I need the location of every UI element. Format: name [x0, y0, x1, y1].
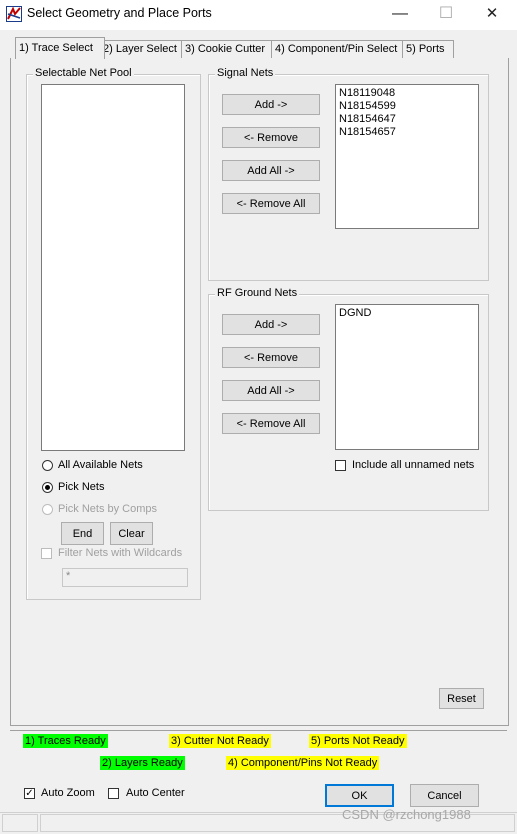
tab-ports[interactable]: 5) Ports — [402, 40, 454, 58]
filter-wildcards-checkbox[interactable] — [41, 548, 52, 559]
all-nets-label: All Available Nets — [58, 459, 143, 471]
end-button[interactable]: End — [61, 522, 104, 545]
signal-remove-all-button[interactable]: <- Remove All — [222, 193, 320, 214]
list-item[interactable]: N18119048 — [336, 87, 478, 100]
list-item[interactable]: N18154657 — [336, 126, 478, 139]
maximize-icon[interactable]: ☐ — [423, 0, 469, 30]
rf-add-button[interactable]: Add -> — [222, 314, 320, 335]
all-nets-radio[interactable] — [42, 460, 53, 471]
net-pool-label: Selectable Net Pool — [33, 67, 134, 79]
layers-status-badge: 2) Layers Ready — [100, 756, 185, 770]
components-status-badge: 4) Component/Pins Not Ready — [226, 756, 380, 770]
tab-trace-select[interactable]: 1) Trace Select — [15, 37, 105, 59]
close-icon[interactable]: ✕ — [469, 0, 515, 30]
rf-ground-nets-label: RF Ground Nets — [215, 287, 300, 299]
cutter-status-badge: 3) Cutter Not Ready — [169, 734, 271, 748]
rf-add-all-button[interactable]: Add All -> — [222, 380, 320, 401]
tab-cookie-cutter[interactable]: 3) Cookie Cutter — [181, 40, 274, 58]
minimize-icon[interactable]: — — [377, 0, 423, 30]
auto-zoom-checkbox[interactable]: ✓ — [24, 788, 35, 799]
cancel-button[interactable]: Cancel — [410, 784, 479, 807]
pick-nets-label: Pick Nets — [58, 481, 105, 493]
net-pool-listbox[interactable] — [41, 84, 185, 451]
list-item[interactable]: N18154599 — [336, 100, 478, 113]
rf-ground-nets-listbox[interactable]: DGND — [335, 304, 479, 450]
signal-remove-button[interactable]: <- Remove — [222, 127, 320, 148]
include-unnamed-checkbox[interactable] — [335, 460, 346, 471]
tab-layer-select[interactable]: 2) Layer Select — [99, 40, 184, 58]
tab-component-pin-select[interactable]: 4) Component/Pin Select — [271, 40, 406, 58]
app-icon — [6, 6, 22, 22]
auto-center-label: Auto Center — [126, 787, 185, 799]
filter-wildcards-input[interactable]: * — [62, 568, 188, 587]
reset-button[interactable]: Reset — [439, 688, 484, 709]
ok-button[interactable]: OK — [325, 784, 394, 807]
list-item[interactable]: DGND — [336, 307, 478, 320]
pick-by-comps-radio[interactable] — [42, 504, 53, 515]
rf-remove-button[interactable]: <- Remove — [222, 347, 320, 368]
watermark: CSDN @rzchong1988 — [342, 807, 471, 822]
status-divider — [10, 730, 507, 731]
window-title: Select Geometry and Place Ports — [27, 6, 212, 20]
signal-nets-label: Signal Nets — [215, 67, 276, 79]
auto-zoom-label: Auto Zoom — [41, 787, 95, 799]
traces-status-badge: 1) Traces Ready — [23, 734, 108, 748]
auto-center-checkbox[interactable] — [108, 788, 119, 799]
pick-by-comps-label: Pick Nets by Comps — [58, 503, 158, 515]
filter-wildcards-label: Filter Nets with Wildcards — [58, 547, 183, 559]
signal-add-all-button[interactable]: Add All -> — [222, 160, 320, 181]
signal-nets-listbox[interactable]: N18119048 N18154599 N18154647 N18154657 — [335, 84, 479, 229]
ports-status-badge: 5) Ports Not Ready — [309, 734, 407, 748]
list-item[interactable]: N18154647 — [336, 113, 478, 126]
pick-nets-radio[interactable] — [42, 482, 53, 493]
title-bar: Select Geometry and Place Ports — ☐ ✕ — [0, 0, 517, 30]
include-unnamed-label: Include all unnamed nets — [352, 459, 475, 471]
signal-add-button[interactable]: Add -> — [222, 94, 320, 115]
rf-remove-all-button[interactable]: <- Remove All — [222, 413, 320, 434]
clear-button[interactable]: Clear — [110, 522, 153, 545]
statusbar-segment — [2, 814, 38, 832]
